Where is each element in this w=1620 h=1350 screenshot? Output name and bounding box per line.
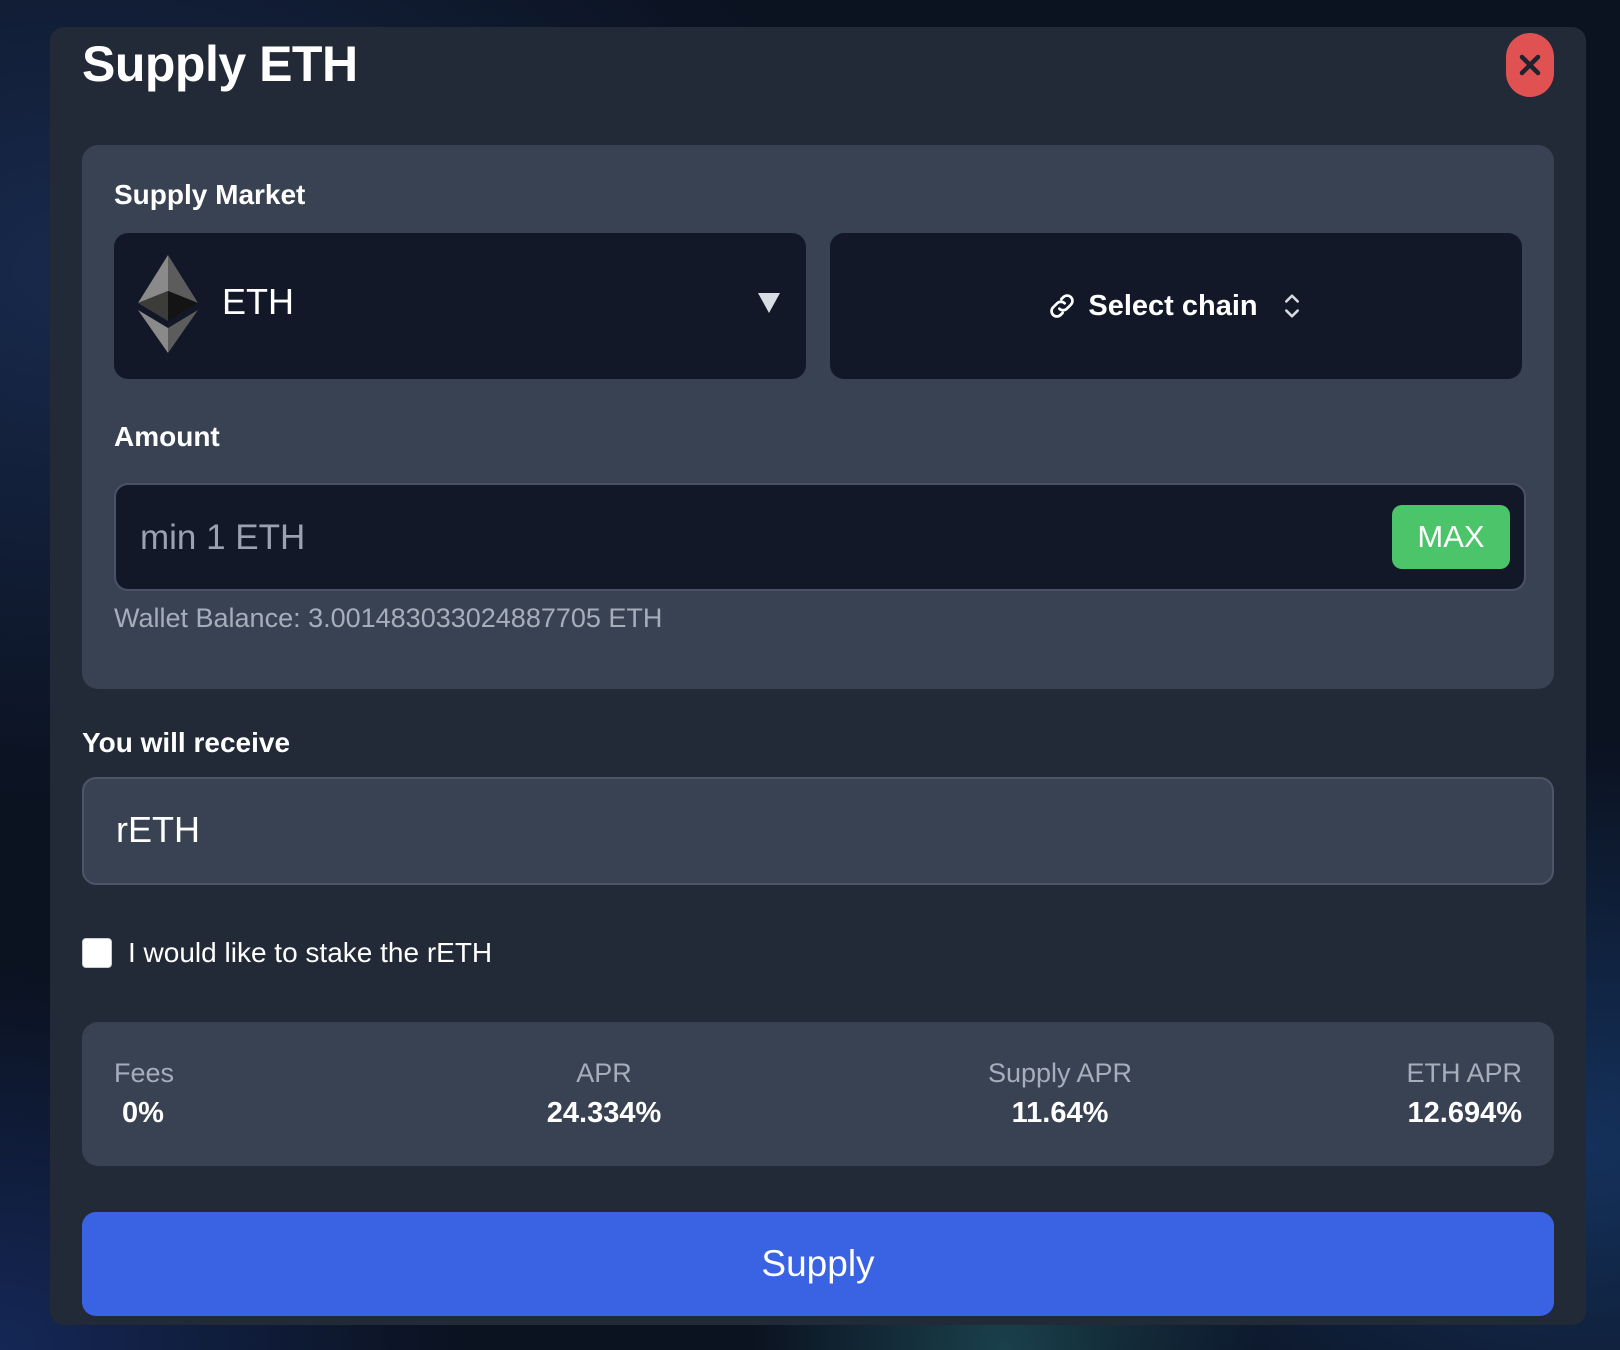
supply-apr-label: Supply APR [987, 1058, 1133, 1088]
stat-supply-apr: Supply APR 11.64% [950, 1058, 1170, 1130]
supply-button[interactable]: Supply [82, 1212, 1554, 1316]
eth-apr-value: 12.694% [1407, 1097, 1523, 1129]
apr-value: 24.334% [546, 1097, 662, 1129]
fees-value: 0% [122, 1097, 164, 1129]
supply-market-panel: Supply Market ETH Select chain Amount mi… [82, 145, 1554, 689]
stake-checkbox-label[interactable]: I would like to stake the rETH [128, 937, 492, 969]
apr-label: APR [576, 1058, 632, 1088]
stake-option: I would like to stake the rETH [82, 937, 492, 969]
asset-select[interactable]: ETH [114, 233, 806, 379]
select-chain-label: Select chain [1088, 289, 1258, 322]
supply-market-label: Supply Market [114, 179, 306, 210]
amount-input[interactable] [138, 485, 1342, 591]
close-button[interactable] [1506, 33, 1554, 97]
chevron-up-down-icon [1284, 294, 1299, 318]
chain-select[interactable]: Select chain [830, 233, 1522, 379]
link-icon [1050, 294, 1075, 318]
ethereum-logo-icon [138, 255, 198, 353]
supply-modal: Supply ETH Supply Market ETH Select chai… [50, 27, 1586, 1325]
caret-down-icon [758, 293, 780, 313]
amount-label: Amount [114, 421, 220, 452]
close-icon [1519, 54, 1541, 76]
amount-field: MAX [114, 483, 1526, 591]
wallet-balance: Wallet Balance: 3.001483033024887705 ETH [114, 603, 663, 633]
receive-token: rETH [116, 809, 200, 850]
receive-label: You will receive [82, 727, 291, 758]
fees-label: Fees [114, 1058, 175, 1088]
max-button[interactable]: MAX [1392, 505, 1510, 569]
asset-symbol: ETH [222, 281, 294, 322]
modal-title: Supply ETH [82, 36, 358, 92]
stat-fees: Fees 0% [114, 1058, 174, 1130]
eth-apr-label: ETH APR [1406, 1058, 1522, 1088]
stake-checkbox[interactable] [82, 938, 112, 968]
stat-apr: APR 24.334% [494, 1058, 714, 1130]
supply-apr-value: 11.64% [1011, 1097, 1109, 1129]
stat-eth-apr: ETH APR 12.694% [1406, 1058, 1522, 1130]
stats-panel: Fees 0% APR 24.334% Supply APR 11.64% ET… [82, 1022, 1554, 1166]
receive-field: rETH [82, 777, 1554, 885]
